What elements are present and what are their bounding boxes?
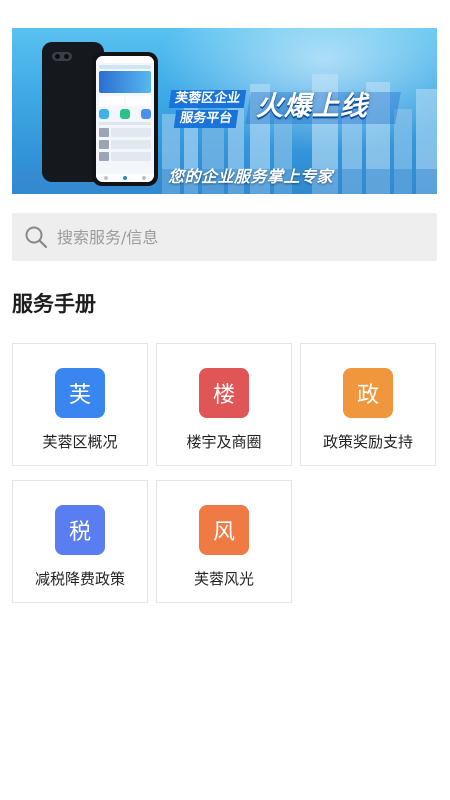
service-card-scenery[interactable]: 风 芙蓉风光 <box>156 480 292 603</box>
search-input[interactable] <box>57 217 437 257</box>
search-icon <box>25 226 48 249</box>
district-overview-icon: 芙 <box>55 368 105 418</box>
camera-lens <box>64 54 69 59</box>
banner-headline: 火爆上线 <box>256 91 368 122</box>
banner-title-line2: 服务平台 <box>173 110 239 128</box>
search-bar[interactable] <box>12 213 437 261</box>
tax-reduction-icon: 税 <box>55 505 105 555</box>
policy-rewards-icon: 政 <box>343 368 393 418</box>
service-card-label: 芙蓉区概况 <box>42 433 118 451</box>
service-card-label: 减税降费政策 <box>34 570 125 588</box>
service-card-label: 楼宇及商圈 <box>186 433 262 451</box>
phone-screen-preview <box>96 56 154 182</box>
section-title: 服务手册 <box>12 292 96 316</box>
phone-front-image <box>92 52 158 186</box>
service-card-label: 芙蓉风光 <box>193 570 254 588</box>
service-card-label: 政策奖励支持 <box>322 433 413 451</box>
banner-slogan: 您的企业服务掌上专家 <box>168 167 334 186</box>
scenery-icon: 风 <box>199 505 249 555</box>
service-card-district-overview[interactable]: 芙 芙蓉区概况 <box>12 343 148 466</box>
service-card-tax-reduction[interactable]: 税 减税降费政策 <box>12 480 148 603</box>
service-card-buildings[interactable]: 楼 楼宇及商圈 <box>156 343 292 466</box>
banner-title-line1: 芙蓉区企业 <box>168 90 247 108</box>
promo-banner[interactable]: 芙蓉区企业 服务平台 火爆上线 您的企业服务掌上专家 <box>12 28 437 194</box>
service-card-policy-rewards[interactable]: 政 政策奖励支持 <box>300 343 436 466</box>
camera-lens <box>55 54 60 59</box>
buildings-icon: 楼 <box>199 368 249 418</box>
